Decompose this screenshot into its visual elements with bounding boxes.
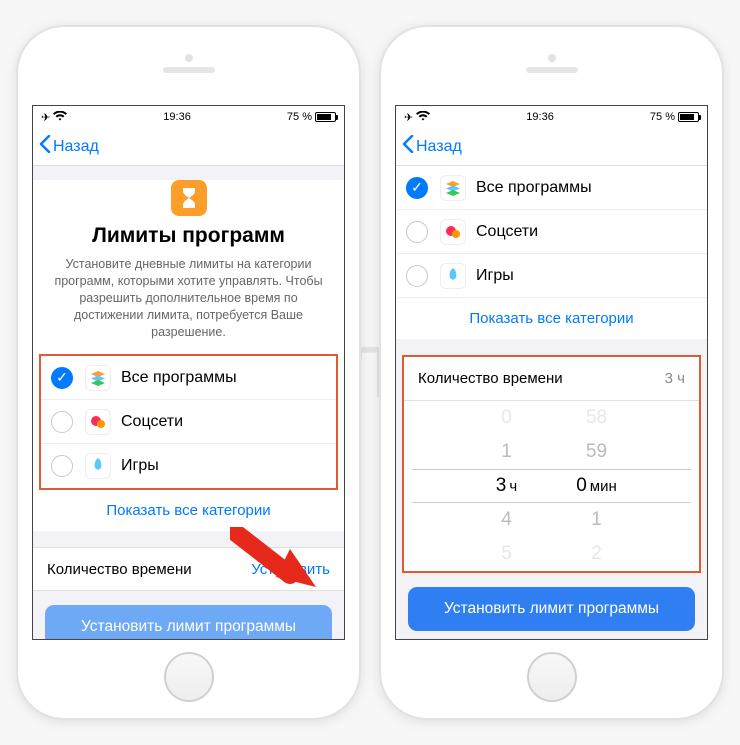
picker-row-selected: 0мин bbox=[552, 469, 642, 503]
status-bar: ✈︎ 19:36 75 % bbox=[33, 106, 344, 128]
back-button[interactable]: Назад bbox=[39, 135, 99, 158]
category-all-apps[interactable]: ✓ Все программы bbox=[396, 166, 707, 210]
not-now-link[interactable]: Не сейчас bbox=[396, 637, 707, 639]
time-amount-label: Количество времени bbox=[418, 370, 563, 387]
phone-speaker bbox=[526, 67, 578, 73]
back-label: Назад bbox=[416, 138, 462, 156]
home-button[interactable] bbox=[527, 652, 577, 702]
content: ✓ Все программы Соцсети bbox=[396, 166, 707, 639]
category-label: Все программы bbox=[121, 369, 237, 387]
picker-row: 0 bbox=[462, 401, 552, 435]
screen-left: ✈︎ 19:36 75 % Назад bbox=[32, 105, 345, 640]
battery-text: 75 % bbox=[287, 111, 312, 123]
picker-row: 58 bbox=[552, 401, 642, 435]
rocket-icon bbox=[440, 263, 466, 289]
category-games[interactable]: Игры bbox=[41, 444, 336, 488]
category-games[interactable]: Игры bbox=[396, 254, 707, 298]
rocket-icon bbox=[85, 453, 111, 479]
phone-speaker bbox=[163, 67, 215, 73]
wifi-icon bbox=[416, 111, 430, 124]
battery-icon bbox=[678, 112, 699, 122]
screen-right: ✈︎ 19:36 75 % Назад ✓ bbox=[395, 105, 708, 640]
radio-unchecked-icon bbox=[51, 455, 73, 477]
chevron-left-icon bbox=[39, 135, 51, 158]
category-label: Игры bbox=[121, 457, 159, 475]
phone-camera bbox=[185, 54, 193, 62]
category-list-highlight: ✓ Все программы Соцсети bbox=[39, 354, 338, 490]
hourglass-icon bbox=[171, 180, 207, 216]
picker-minutes-column[interactable]: 58 59 0мин 1 2 bbox=[552, 401, 642, 571]
wifi-icon bbox=[53, 111, 67, 124]
airplane-icon: ✈︎ bbox=[41, 111, 50, 124]
radio-checked-icon: ✓ bbox=[406, 177, 428, 199]
nav-bar: Назад bbox=[33, 128, 344, 166]
time-amount-value: 3 ч bbox=[665, 370, 685, 387]
picker-row: 2 bbox=[552, 537, 642, 571]
set-limit-button[interactable]: Установить лимит программы bbox=[45, 605, 332, 639]
category-label: Соцсети bbox=[121, 413, 183, 431]
time-picker-highlight: Количество времени 3 ч 0 1 3ч 4 5 58 59 bbox=[402, 355, 701, 573]
category-social[interactable]: Соцсети bbox=[41, 400, 336, 444]
category-label: Соцсети bbox=[476, 223, 538, 241]
radio-checked-icon: ✓ bbox=[51, 367, 73, 389]
content: Лимиты программ Установите дневные лимит… bbox=[33, 166, 344, 639]
stack-icon bbox=[85, 365, 111, 391]
status-bar: ✈︎ 19:36 75 % bbox=[396, 106, 707, 128]
status-time: 19:36 bbox=[526, 111, 554, 123]
category-social[interactable]: Соцсети bbox=[396, 210, 707, 254]
picker-row: 5 bbox=[462, 537, 552, 571]
nav-bar: Назад bbox=[396, 128, 707, 166]
show-all-categories[interactable]: Показать все категории bbox=[33, 490, 344, 531]
picker-row: 4 bbox=[462, 503, 552, 537]
show-all-categories[interactable]: Показать все категории bbox=[396, 298, 707, 339]
page-description: Установите дневные лимиты на категории п… bbox=[51, 256, 326, 340]
back-button[interactable]: Назад bbox=[402, 135, 462, 158]
home-button[interactable] bbox=[164, 652, 214, 702]
phone-camera bbox=[548, 54, 556, 62]
page-title: Лимиты программ bbox=[47, 224, 330, 248]
time-amount-row: Количество времени Установить bbox=[33, 547, 344, 591]
chat-icon bbox=[85, 409, 111, 435]
time-amount-label: Количество времени bbox=[47, 561, 192, 578]
picker-hours-column[interactable]: 0 1 3ч 4 5 bbox=[462, 401, 552, 571]
chat-icon bbox=[440, 219, 466, 245]
time-picker[interactable]: 0 1 3ч 4 5 58 59 0мин 1 2 bbox=[404, 401, 699, 571]
category-label: Все программы bbox=[476, 179, 592, 197]
picker-row: 1 bbox=[462, 435, 552, 469]
category-all-apps[interactable]: ✓ Все программы bbox=[41, 356, 336, 400]
airplane-icon: ✈︎ bbox=[404, 111, 413, 124]
picker-row-selected: 3ч bbox=[462, 469, 552, 503]
status-time: 19:36 bbox=[163, 111, 191, 123]
radio-unchecked-icon bbox=[406, 221, 428, 243]
battery-icon bbox=[315, 112, 336, 122]
phone-right: ✈︎ 19:36 75 % Назад ✓ bbox=[379, 25, 724, 720]
set-time-link[interactable]: Установить bbox=[251, 561, 330, 578]
battery-text: 75 % bbox=[650, 111, 675, 123]
radio-unchecked-icon bbox=[406, 265, 428, 287]
stack-icon bbox=[440, 175, 466, 201]
time-amount-row: Количество времени 3 ч bbox=[404, 357, 699, 401]
category-label: Игры bbox=[476, 267, 514, 285]
radio-unchecked-icon bbox=[51, 411, 73, 433]
phone-left: ✈︎ 19:36 75 % Назад bbox=[16, 25, 361, 720]
picker-row: 1 bbox=[552, 503, 642, 537]
back-label: Назад bbox=[53, 138, 99, 156]
chevron-left-icon bbox=[402, 135, 414, 158]
picker-row: 59 bbox=[552, 435, 642, 469]
set-limit-button[interactable]: Установить лимит программы bbox=[408, 587, 695, 631]
